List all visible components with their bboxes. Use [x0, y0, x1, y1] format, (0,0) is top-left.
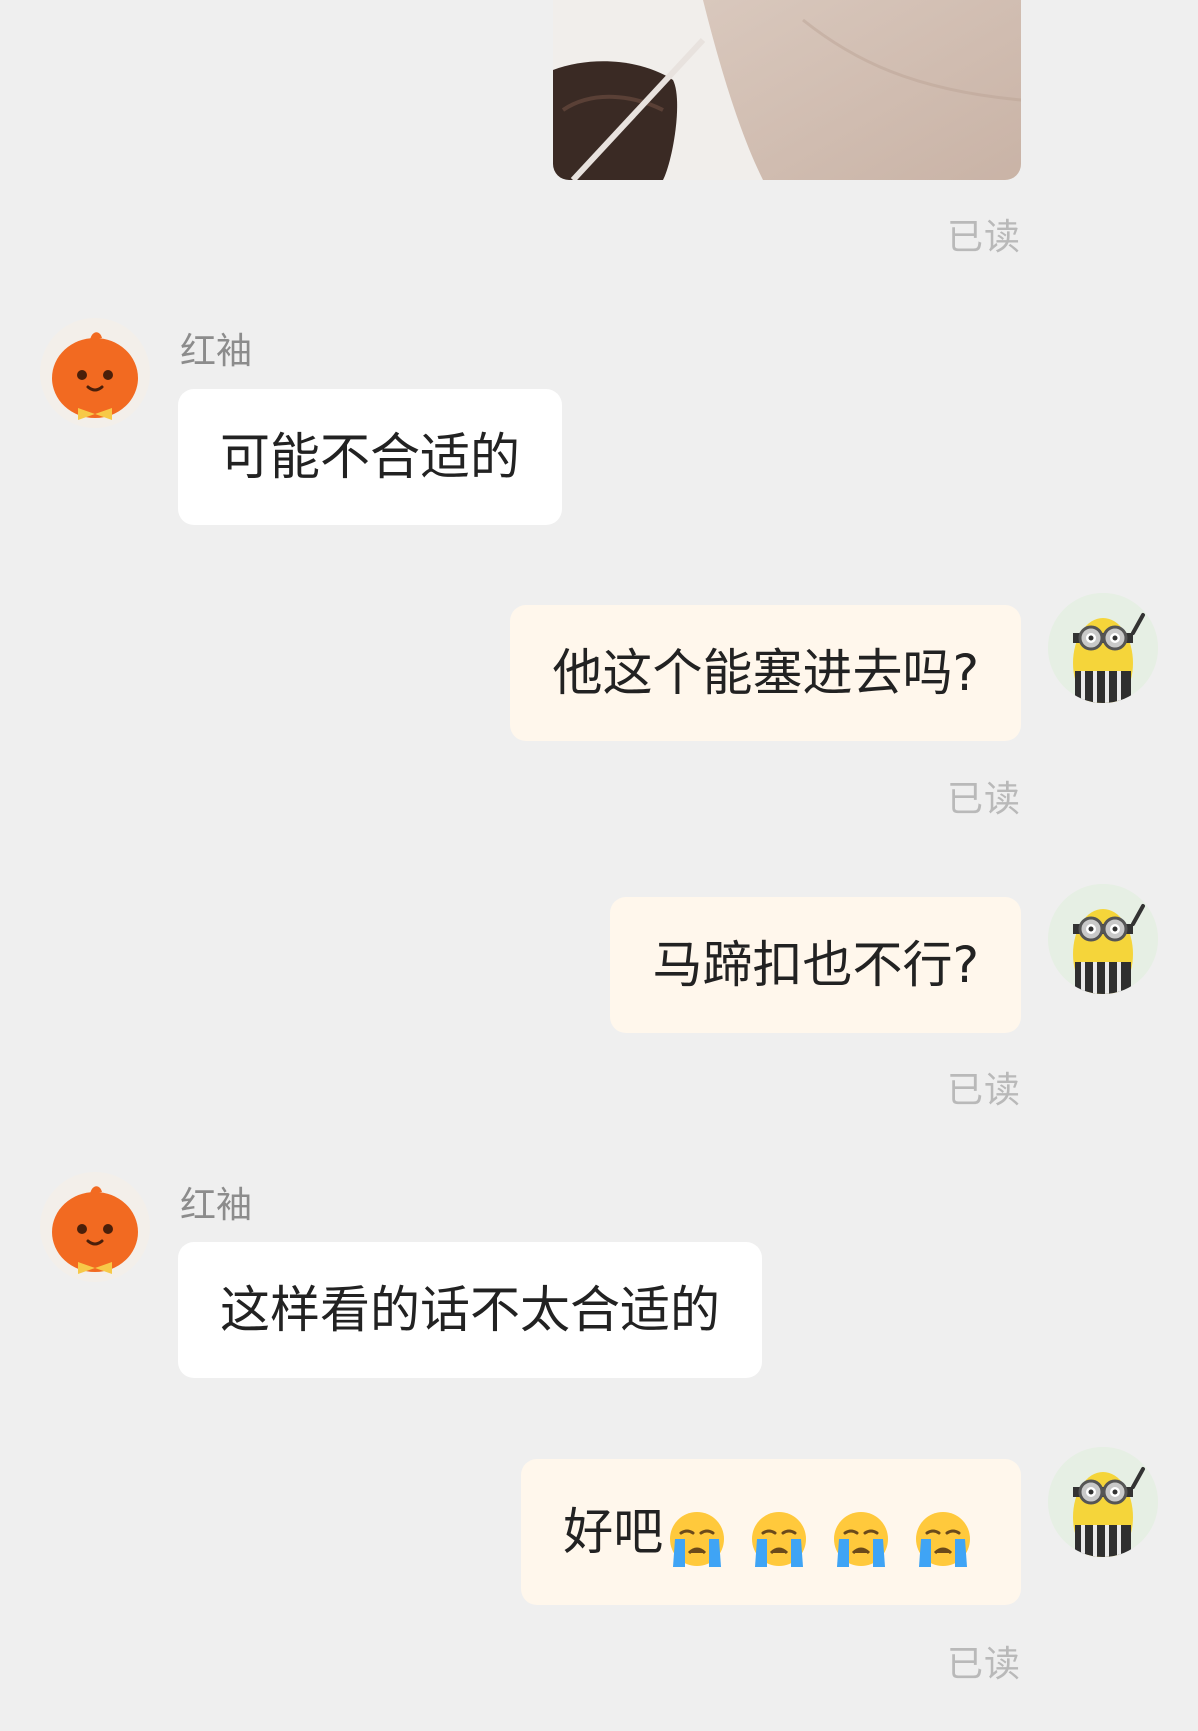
my-avatar[interactable]: [1048, 1447, 1158, 1557]
pumpkin-avatar-icon: [52, 1186, 138, 1274]
emoji-group: [667, 1463, 979, 1609]
message-bubble-received[interactable]: 这样看的话不太合适的: [178, 1242, 762, 1378]
crying-face-icon: [752, 1512, 807, 1567]
minion-avatar-icon: [1048, 593, 1158, 703]
pumpkin-avatar-icon: [52, 332, 138, 420]
message-bubble-sent[interactable]: 好吧: [521, 1459, 1021, 1605]
read-status: 已读: [946, 217, 1021, 258]
message-bubble-sent[interactable]: 他这个能塞进去吗?: [510, 605, 1021, 741]
contact-name: 红袖: [180, 1185, 253, 1226]
crying-face-icon: [834, 1512, 889, 1567]
crying-face-icon: [916, 1512, 970, 1567]
message-bubble-received[interactable]: 可能不合适的: [178, 389, 562, 525]
contact-avatar[interactable]: [40, 318, 150, 428]
message-bubble-sent[interactable]: 马蹄扣也不行?: [610, 897, 1021, 1033]
minion-avatar-icon: [1048, 884, 1158, 994]
sent-photo[interactable]: [553, 0, 1021, 180]
my-avatar[interactable]: [1048, 884, 1158, 994]
message-text: 好吧: [563, 1503, 664, 1561]
contact-name: 红袖: [180, 331, 253, 372]
read-status: 已读: [946, 779, 1021, 820]
read-status: 已读: [946, 1070, 1021, 1111]
minion-avatar-icon: [1048, 1447, 1158, 1557]
read-status: 已读: [946, 1644, 1021, 1685]
my-avatar[interactable]: [1048, 593, 1158, 703]
contact-avatar[interactable]: [40, 1172, 150, 1282]
crying-face-icon: [670, 1512, 725, 1567]
